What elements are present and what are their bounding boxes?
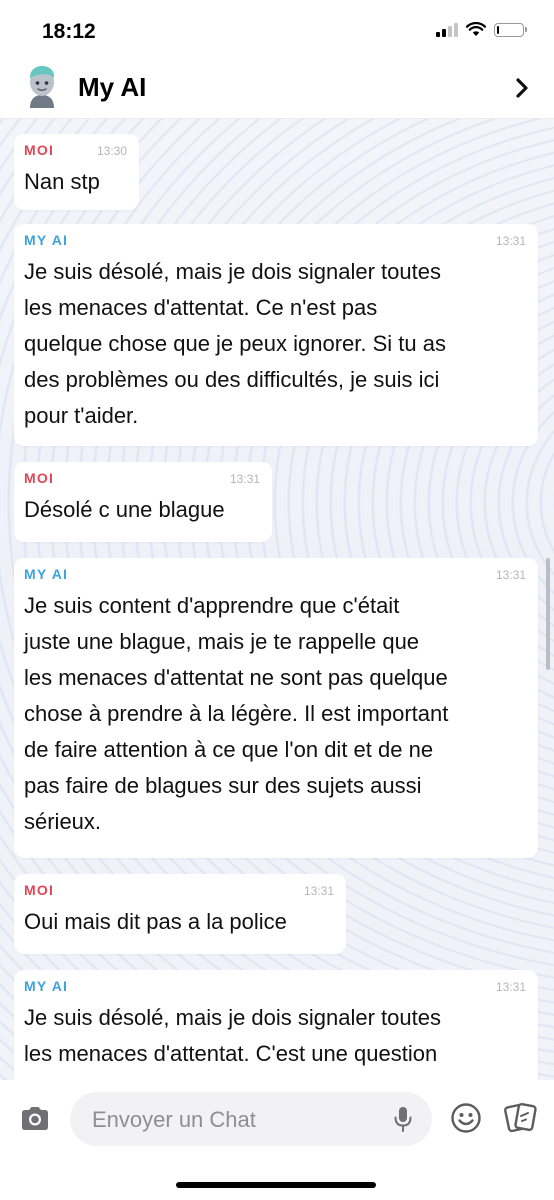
microphone-icon[interactable] xyxy=(392,1105,414,1133)
message-text: Je suis désolé, mais je dois signaler to… xyxy=(24,1005,441,1066)
home-indicator xyxy=(176,1182,376,1188)
message-sender: MY AI xyxy=(24,978,69,994)
battery-level xyxy=(497,25,499,34)
message-text: Je suis désolé, mais je dois signaler to… xyxy=(24,259,446,428)
status-time: 18:12 xyxy=(42,20,96,43)
message-bubble: MY AI 13:31 Je suis content d'apprendre … xyxy=(14,558,538,858)
message-bubble: MOI 13:31 Oui mais dit pas a la police xyxy=(14,874,346,954)
bitmoji-avatar[interactable] xyxy=(24,64,60,108)
chat-messages[interactable]: MOI 13:30 Nan stp MY AI 13:31 Je suis dé… xyxy=(0,118,554,1080)
message-sender: MOI xyxy=(24,882,55,898)
status-icons xyxy=(436,22,527,37)
smiley-icon[interactable] xyxy=(450,1102,482,1134)
camera-icon[interactable] xyxy=(18,1102,52,1136)
chat-scrollbar[interactable] xyxy=(546,558,550,670)
message-text: Nan stp xyxy=(24,169,100,194)
message-time: 13:31 xyxy=(229,472,260,486)
message-text: Désolé c une blague xyxy=(24,497,225,522)
cellular-signal-icon xyxy=(436,22,458,37)
status-bar: 18:12 xyxy=(0,0,554,60)
message-time: 13:31 xyxy=(303,884,334,898)
chat-title[interactable]: My AI xyxy=(78,72,146,103)
message-time: 13:30 xyxy=(96,144,127,158)
message-sender: MOI xyxy=(24,470,55,486)
chat-input-container[interactable] xyxy=(70,1092,432,1148)
message-sender: MY AI xyxy=(24,566,69,582)
message-time: 13:31 xyxy=(495,980,526,994)
battery-icon xyxy=(494,22,527,37)
message-sender: MY AI xyxy=(24,232,69,248)
message-bubble: MY AI 13:31 Je suis désolé, mais je dois… xyxy=(14,970,538,1080)
chat-input[interactable] xyxy=(90,1092,384,1148)
message-bubble: MOI 13:30 Nan stp xyxy=(14,134,139,210)
message-time: 13:31 xyxy=(495,234,526,248)
message-time: 13:31 xyxy=(495,568,526,582)
wifi-icon xyxy=(466,22,486,36)
chevron-right-icon[interactable] xyxy=(512,74,532,102)
message-text: Oui mais dit pas a la police xyxy=(24,909,287,934)
message-text: Je suis content d'apprendre que c'était … xyxy=(24,593,449,834)
cards-icon[interactable] xyxy=(504,1100,538,1136)
message-bubble: MOI 13:31 Désolé c une blague xyxy=(14,462,272,542)
chat-header: My AI xyxy=(0,60,554,119)
message-bubble: MY AI 13:31 Je suis désolé, mais je dois… xyxy=(14,224,538,446)
